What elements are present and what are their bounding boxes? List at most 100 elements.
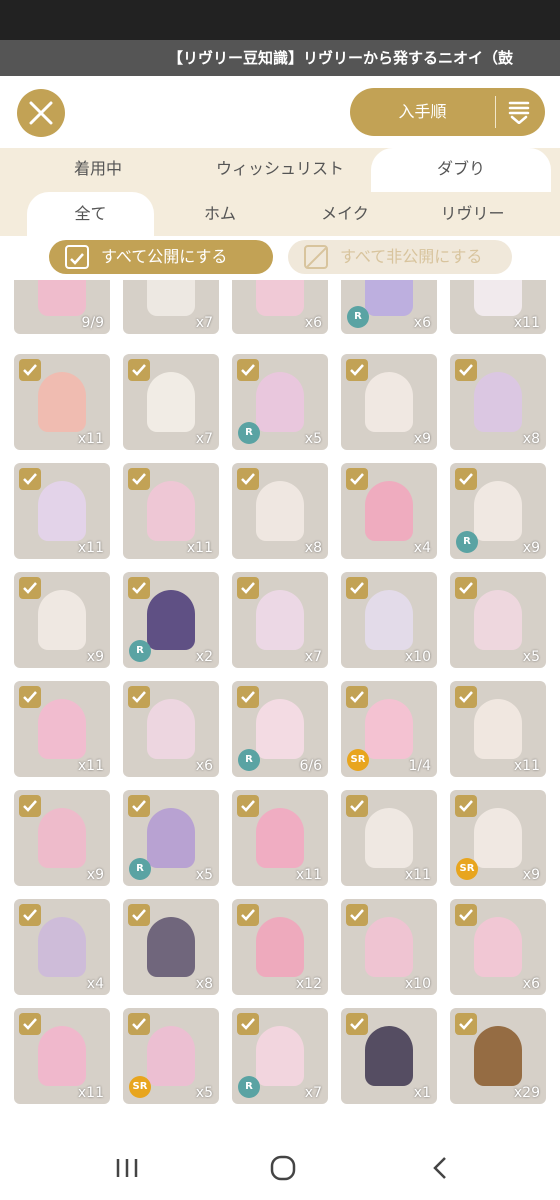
tab-home[interactable]: ホム bbox=[160, 192, 280, 236]
item-count: x5 bbox=[304, 431, 322, 447]
check-icon[interactable] bbox=[128, 359, 150, 381]
check-icon[interactable] bbox=[455, 686, 477, 708]
item-card[interactable]: x8 bbox=[232, 463, 328, 559]
check-icon[interactable] bbox=[19, 359, 41, 381]
check-icon[interactable] bbox=[455, 795, 477, 817]
tab-wishlist[interactable]: ウィッシュリスト bbox=[195, 148, 365, 192]
item-card[interactable]: x11 bbox=[450, 280, 546, 334]
check-icon[interactable] bbox=[237, 359, 259, 381]
item-card[interactable]: x10 bbox=[341, 572, 437, 668]
check-icon[interactable] bbox=[19, 795, 41, 817]
item-card[interactable]: x8 bbox=[123, 899, 219, 995]
item-card[interactable]: x11 bbox=[232, 790, 328, 886]
check-icon[interactable] bbox=[128, 577, 150, 599]
item-card[interactable]: x9 bbox=[14, 790, 110, 886]
item-card[interactable]: x11 bbox=[14, 354, 110, 450]
item-card[interactable]: 9/9 bbox=[14, 280, 110, 334]
item-card[interactable]: x1 bbox=[341, 1008, 437, 1104]
check-icon[interactable] bbox=[128, 468, 150, 490]
item-card[interactable]: SR x9 bbox=[450, 790, 546, 886]
tab-all[interactable]: 全て bbox=[27, 192, 154, 236]
item-card[interactable]: Rx7 bbox=[232, 1008, 328, 1104]
tab-livly[interactable]: リヴリー bbox=[410, 192, 535, 236]
item-card[interactable]: x8 bbox=[450, 354, 546, 450]
item-card[interactable]: SR x5 bbox=[123, 1008, 219, 1104]
item-card[interactable]: x11 bbox=[123, 463, 219, 559]
item-card[interactable]: x10 bbox=[341, 899, 437, 995]
check-icon[interactable] bbox=[237, 577, 259, 599]
public-all-button[interactable]: すべて公開にする bbox=[49, 240, 273, 274]
check-icon[interactable] bbox=[19, 1013, 41, 1035]
item-thumbnail bbox=[474, 280, 522, 316]
check-icon[interactable] bbox=[237, 468, 259, 490]
unchecked-box-icon bbox=[304, 245, 328, 269]
item-card[interactable]: x4 bbox=[14, 899, 110, 995]
tab-duplicates[interactable]: ダブり bbox=[371, 148, 551, 192]
item-card[interactable]: Rx9 bbox=[450, 463, 546, 559]
item-card[interactable]: x29 bbox=[450, 1008, 546, 1104]
check-icon[interactable] bbox=[346, 359, 368, 381]
check-icon[interactable] bbox=[455, 577, 477, 599]
item-card[interactable]: x11 bbox=[14, 1008, 110, 1104]
item-card[interactable]: Rx5 bbox=[232, 354, 328, 450]
item-card[interactable]: x6 bbox=[123, 681, 219, 777]
check-icon[interactable] bbox=[346, 468, 368, 490]
check-icon[interactable] bbox=[128, 1013, 150, 1035]
item-card[interactable]: Rx5 bbox=[123, 790, 219, 886]
back-icon[interactable] bbox=[425, 1155, 455, 1181]
tab-wearing[interactable]: 着用中 bbox=[28, 148, 168, 192]
check-icon[interactable] bbox=[455, 468, 477, 490]
item-thumbnail bbox=[147, 808, 195, 868]
check-icon[interactable] bbox=[128, 795, 150, 817]
sort-button[interactable]: 入手順 bbox=[350, 88, 545, 136]
item-card[interactable]: x11 bbox=[450, 681, 546, 777]
item-card[interactable]: x6 bbox=[450, 899, 546, 995]
check-icon[interactable] bbox=[346, 904, 368, 926]
item-card[interactable]: x11 bbox=[14, 463, 110, 559]
item-card[interactable]: R 6/6 bbox=[232, 681, 328, 777]
check-icon[interactable] bbox=[455, 1013, 477, 1035]
item-card[interactable]: x7 bbox=[123, 354, 219, 450]
item-card[interactable]: x7 bbox=[232, 572, 328, 668]
item-card[interactable]: x11 bbox=[14, 681, 110, 777]
item-card[interactable]: Rx6 bbox=[341, 280, 437, 334]
item-card[interactable]: x7 bbox=[123, 280, 219, 334]
item-card[interactable]: x5 bbox=[450, 572, 546, 668]
item-card[interactable]: x9 bbox=[14, 572, 110, 668]
item-card[interactable]: x6 bbox=[232, 280, 328, 334]
item-card[interactable]: x4 bbox=[341, 463, 437, 559]
public-all-label: すべて公開にする bbox=[101, 247, 228, 266]
rarity-badge: R bbox=[347, 306, 369, 328]
item-card[interactable]: x12 bbox=[232, 899, 328, 995]
check-icon[interactable] bbox=[455, 904, 477, 926]
item-card[interactable]: SR 1/4 bbox=[341, 681, 437, 777]
check-icon[interactable] bbox=[128, 904, 150, 926]
check-icon[interactable] bbox=[128, 686, 150, 708]
check-icon[interactable] bbox=[237, 686, 259, 708]
check-icon[interactable] bbox=[19, 686, 41, 708]
ticker-text: 【リヴリー豆知識】リヴリーから発するニオイ（鼓 bbox=[168, 49, 514, 67]
check-icon[interactable] bbox=[19, 468, 41, 490]
item-thumbnail bbox=[365, 481, 413, 541]
item-thumbnail bbox=[365, 590, 413, 650]
news-ticker[interactable]: 【リヴリー豆知識】リヴリーから発するニオイ（鼓 bbox=[0, 40, 560, 76]
check-icon[interactable] bbox=[237, 904, 259, 926]
item-card[interactable]: x11 bbox=[341, 790, 437, 886]
check-icon[interactable] bbox=[346, 795, 368, 817]
home-icon[interactable] bbox=[268, 1155, 298, 1181]
check-icon[interactable] bbox=[346, 577, 368, 599]
check-icon[interactable] bbox=[455, 359, 477, 381]
tab-makeup[interactable]: メイク bbox=[285, 192, 405, 236]
item-card[interactable]: Rx2 bbox=[123, 572, 219, 668]
item-card[interactable]: x9 bbox=[341, 354, 437, 450]
close-button[interactable] bbox=[17, 89, 65, 137]
check-icon[interactable] bbox=[19, 577, 41, 599]
check-icon[interactable] bbox=[346, 686, 368, 708]
private-all-button[interactable]: すべて非公開にする bbox=[288, 240, 512, 274]
recent-apps-icon[interactable] bbox=[112, 1155, 142, 1181]
check-icon[interactable] bbox=[19, 904, 41, 926]
check-icon[interactable] bbox=[237, 1013, 259, 1035]
check-icon[interactable] bbox=[237, 795, 259, 817]
check-icon[interactable] bbox=[346, 1013, 368, 1035]
item-grid: 9/9 x7 x6 Rx6 x11 x11 x7 Rx5 x9 x8 x11 x11 x8 x4 Rx9 x9… bbox=[0, 280, 560, 1135]
